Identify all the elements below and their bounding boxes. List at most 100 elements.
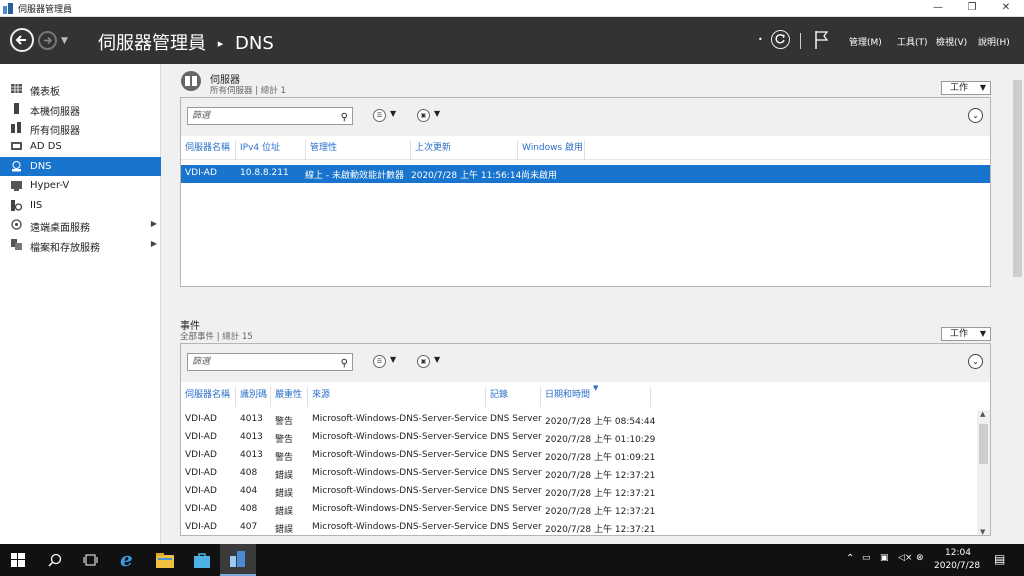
events-table-row[interactable]: VDI-AD 408 錯誤 Microsoft-Windows-DNS-Serv… xyxy=(181,501,990,519)
clock-time[interactable]: 12:04 xyxy=(945,548,971,558)
window-title: 伺服器管理員 xyxy=(18,5,73,15)
task-view-button[interactable] xyxy=(72,544,108,576)
sidebar-item-dns[interactable]: DNS xyxy=(0,157,161,176)
sidebar-item-ad-ds[interactable]: AD DS xyxy=(0,137,161,156)
servers-tasks-button[interactable]: 工作 ▼ xyxy=(941,81,991,95)
events-table-row[interactable]: VDI-AD 4013 警告 Microsoft-Windows-DNS-Ser… xyxy=(181,447,990,465)
cell-id: 4013 xyxy=(240,450,263,460)
column-header-server-name[interactable]: 伺服器名稱 xyxy=(181,140,236,160)
events-list-options-button[interactable]: ☰ ▼ xyxy=(373,354,405,370)
events-table-row[interactable]: VDI-AD 4013 警告 Microsoft-Windows-DNS-Ser… xyxy=(181,429,990,447)
tray-overflow-icon[interactable]: ⌃ xyxy=(846,553,854,564)
close-button[interactable]: ✕ xyxy=(989,0,1023,17)
cell-id: 408 xyxy=(240,504,258,514)
taskbar-store-button[interactable] xyxy=(184,544,220,576)
events-table-row[interactable]: VDI-AD 407 錯誤 Microsoft-Windows-DNS-Serv… xyxy=(181,519,990,535)
menu-view[interactable]: 檢視(V) xyxy=(936,35,967,48)
column-header-windows-activation[interactable]: Windows 啟用 xyxy=(518,140,585,160)
volume-muted-icon[interactable]: ◁× xyxy=(898,553,912,563)
forward-button[interactable] xyxy=(38,31,57,50)
restore-button[interactable]: ❐ xyxy=(955,0,989,17)
search-button[interactable] xyxy=(36,544,72,576)
column-header-ipv4[interactable]: IPv4 位址 xyxy=(236,140,306,160)
servers-list-options-button[interactable]: ☰ ▼ xyxy=(373,108,405,124)
history-dropdown[interactable]: ▼ xyxy=(61,36,68,46)
cell-datetime: 2020/7/28 上午 08:54:44 xyxy=(545,417,656,427)
servers-filter-input[interactable]: 篩選 ⚲ xyxy=(187,107,353,125)
events-table-row[interactable]: VDI-AD 404 錯誤 Microsoft-Windows-DNS-Serv… xyxy=(181,483,990,501)
column-header-severity[interactable]: 嚴重性 xyxy=(271,387,308,407)
events-filter-input[interactable]: 篩選 ⚲ xyxy=(187,353,353,371)
column-header-last-update[interactable]: 上次更新 xyxy=(411,140,518,160)
clock-date[interactable]: 2020/7/28 xyxy=(934,561,980,571)
sidebar-item-iis[interactable]: IIS xyxy=(0,196,161,215)
taskbar-ie-button[interactable]: e xyxy=(110,544,146,576)
filter-placeholder: 篩選 xyxy=(192,111,211,121)
cell-server: VDI-AD xyxy=(185,432,217,442)
chevron-down-icon: ⌄ xyxy=(972,111,979,120)
iis-icon xyxy=(11,200,22,211)
sidebar-item-remote-desktop[interactable]: 遠端桌面服務 ▶ xyxy=(0,215,161,234)
breadcrumb-root[interactable]: 伺服器管理員 xyxy=(98,33,206,54)
menu-tools[interactable]: 工具(T) xyxy=(897,35,928,48)
expand-arrow-icon[interactable]: ▶ xyxy=(151,219,157,228)
sidebar-item-file-storage[interactable]: 檔案和存放服務 ▶ xyxy=(0,235,161,254)
cell-server: VDI-AD xyxy=(185,468,217,478)
network-icon[interactable]: ▣ xyxy=(880,553,889,563)
cell-datetime: 2020/7/28 上午 01:10:29 xyxy=(545,435,656,445)
column-header-server-name[interactable]: 伺服器名稱 xyxy=(181,387,236,407)
start-button[interactable] xyxy=(0,544,36,576)
servers-expand-button[interactable]: ⌄ xyxy=(968,108,983,123)
minimize-button[interactable]: — xyxy=(921,0,955,17)
refresh-dropdown[interactable]: • xyxy=(758,35,763,44)
tray-keyboard-icon[interactable]: ▭ xyxy=(862,553,871,563)
events-save-query-button[interactable]: ▣ ▼ xyxy=(417,354,449,370)
breadcrumb-current: DNS xyxy=(235,33,274,54)
events-table-row[interactable]: VDI-AD 408 錯誤 Microsoft-Windows-DNS-Serv… xyxy=(181,465,990,483)
column-header-manageability[interactable]: 管理性 xyxy=(306,140,411,160)
remote-desktop-icon xyxy=(11,219,22,230)
sidebar-item-hyper-v[interactable]: Hyper-V xyxy=(0,176,161,195)
menu-help[interactable]: 說明(H) xyxy=(978,35,1010,48)
servers-table-row[interactable]: VDI-AD 10.8.8.211 線上 - 未啟動效能計數器 2020/7/2… xyxy=(181,165,990,183)
refresh-button[interactable] xyxy=(771,30,790,49)
cell-server: VDI-AD xyxy=(185,522,217,532)
events-expand-button[interactable]: ⌄ xyxy=(968,354,983,369)
cell-severity: 警告 xyxy=(275,435,294,445)
cell-source: Microsoft-Windows-DNS-Server-Service xyxy=(312,522,488,532)
events-scrollbar[interactable]: ▲ ▼ xyxy=(977,410,990,535)
menu-manage[interactable]: 管理(M) xyxy=(849,35,882,48)
windows-logo-icon xyxy=(11,553,25,567)
taskbar-server-manager-button[interactable] xyxy=(220,544,256,576)
expand-arrow-icon[interactable]: ▶ xyxy=(151,239,157,248)
cell-server: VDI-AD xyxy=(185,450,217,460)
sidebar-item-label: AD DS xyxy=(30,141,62,152)
cell-id: 4013 xyxy=(240,432,263,442)
back-button[interactable] xyxy=(10,28,34,52)
notifications-icon[interactable]: ▤ xyxy=(994,552,1005,566)
notification-flag-icon[interactable] xyxy=(814,30,830,50)
scrollbar-thumb[interactable] xyxy=(979,424,988,464)
scrollbar-thumb[interactable] xyxy=(1013,80,1022,277)
sidebar-item-label: 檔案和存放服務 xyxy=(30,243,100,254)
scroll-up-icon[interactable]: ▲ xyxy=(980,410,985,418)
servers-save-query-button[interactable]: ▣ ▼ xyxy=(417,108,449,124)
scroll-down-icon[interactable]: ▼ xyxy=(980,528,985,535)
events-tasks-button[interactable]: 工作 ▼ xyxy=(941,327,991,341)
sidebar-item-all-servers[interactable]: 所有伺服器 xyxy=(0,118,161,137)
main-scrollbar[interactable] xyxy=(1011,64,1024,544)
column-header-id[interactable]: 識別碼 xyxy=(236,387,271,407)
events-table-row[interactable]: VDI-AD 4013 警告 Microsoft-Windows-DNS-Ser… xyxy=(181,411,990,429)
chevron-down-icon: ⌄ xyxy=(972,357,979,366)
servers-section-subtitle: 所有伺服器 | 總計 1 xyxy=(210,86,286,96)
column-header-log[interactable]: 記錄 xyxy=(486,387,541,407)
column-header-source[interactable]: 來源 xyxy=(308,387,486,407)
sidebar-item-label: 遠端桌面服務 xyxy=(30,223,90,234)
sidebar-item-local-server[interactable]: 本機伺服器 xyxy=(0,99,161,118)
search-icon[interactable]: ⚲ xyxy=(341,356,348,372)
taskbar-explorer-button[interactable] xyxy=(147,544,183,576)
action-center-status-icon[interactable]: ⊗ xyxy=(916,553,924,563)
sidebar-item-dashboard[interactable]: 儀表板 xyxy=(0,79,161,98)
search-icon[interactable]: ⚲ xyxy=(341,110,348,126)
window-titlebar: 伺服器管理員 — ❐ ✕ xyxy=(0,0,1024,17)
